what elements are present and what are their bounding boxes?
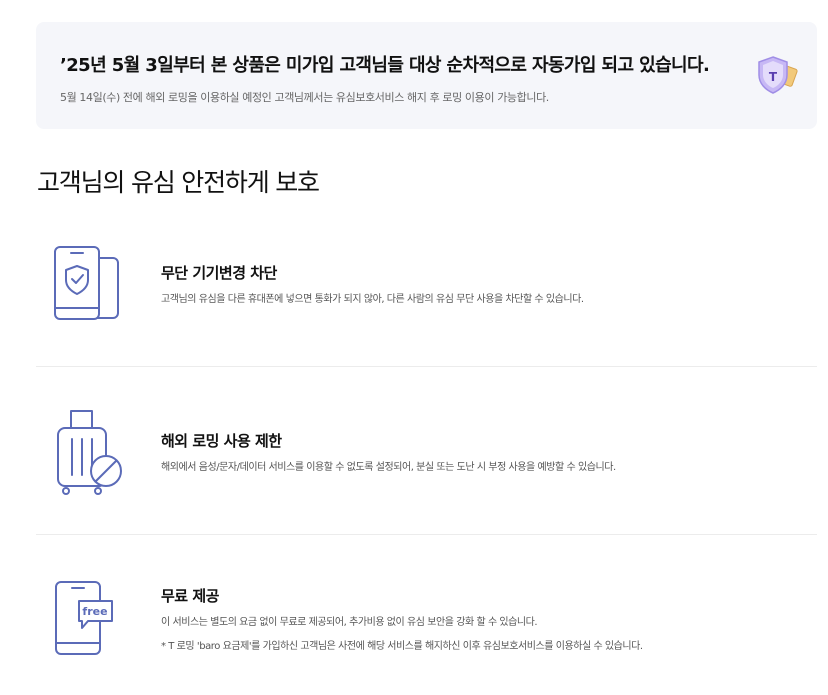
feature-item: 무단 기기변경 차단 고객님의 유심을 다른 휴대폰에 넣으면 통화가 되지 않…: [36, 240, 817, 340]
feature-description: 해외에서 음성/문자/데이터 서비스를 이용할 수 없도록 설정되어, 분실 또…: [161, 462, 616, 473]
feature-description: 고객님의 유심을 다른 휴대폰에 넣으면 통화가 되지 않아, 다른 사람의 유…: [161, 294, 584, 305]
divider: [36, 366, 817, 367]
feature-title: 해외 로밍 사용 제한: [161, 432, 282, 450]
badge-letter: T: [769, 70, 778, 84]
feature-title: 무료 제공: [161, 587, 219, 605]
divider: [36, 534, 817, 535]
feature-description: 이 서비스는 별도의 요금 없이 무료로 제공되어, 추가비용 없이 유심 보안…: [161, 617, 538, 628]
notice-title: ’25년 5월 3일부터 본 상품은 미가입 고객님들 대상 순차적으로 자동가…: [60, 55, 710, 76]
feature-item: free 무료 제공 이 서비스는 별도의 요금 없이 무료로 제공되어, 추가…: [36, 575, 817, 675]
feature-title: 무단 기기변경 차단: [161, 264, 277, 282]
free-label: free: [82, 605, 107, 618]
notice-banner: ’25년 5월 3일부터 본 상품은 미가입 고객님들 대상 순차적으로 자동가…: [36, 22, 817, 129]
phone-shield-icon: [54, 246, 119, 320]
phone-free-icon: free: [55, 581, 113, 655]
luggage-block-icon: [57, 410, 122, 495]
feature-note: * T 로밍 'baro 요금제'를 가입하신 고객님은 사전에 해당 서비스를…: [161, 641, 643, 652]
section-title: 고객님의 유심 안전하게 보호: [37, 168, 320, 197]
t-shield-sim-icon: T: [758, 56, 798, 94]
notice-subtitle: 5월 14일(수) 전에 해외 로밍을 이용하실 예정인 고객님께서는 유심보호…: [60, 91, 549, 104]
feature-item: 해외 로밍 사용 제한 해외에서 음성/문자/데이터 서비스를 이용할 수 없도…: [36, 405, 817, 505]
